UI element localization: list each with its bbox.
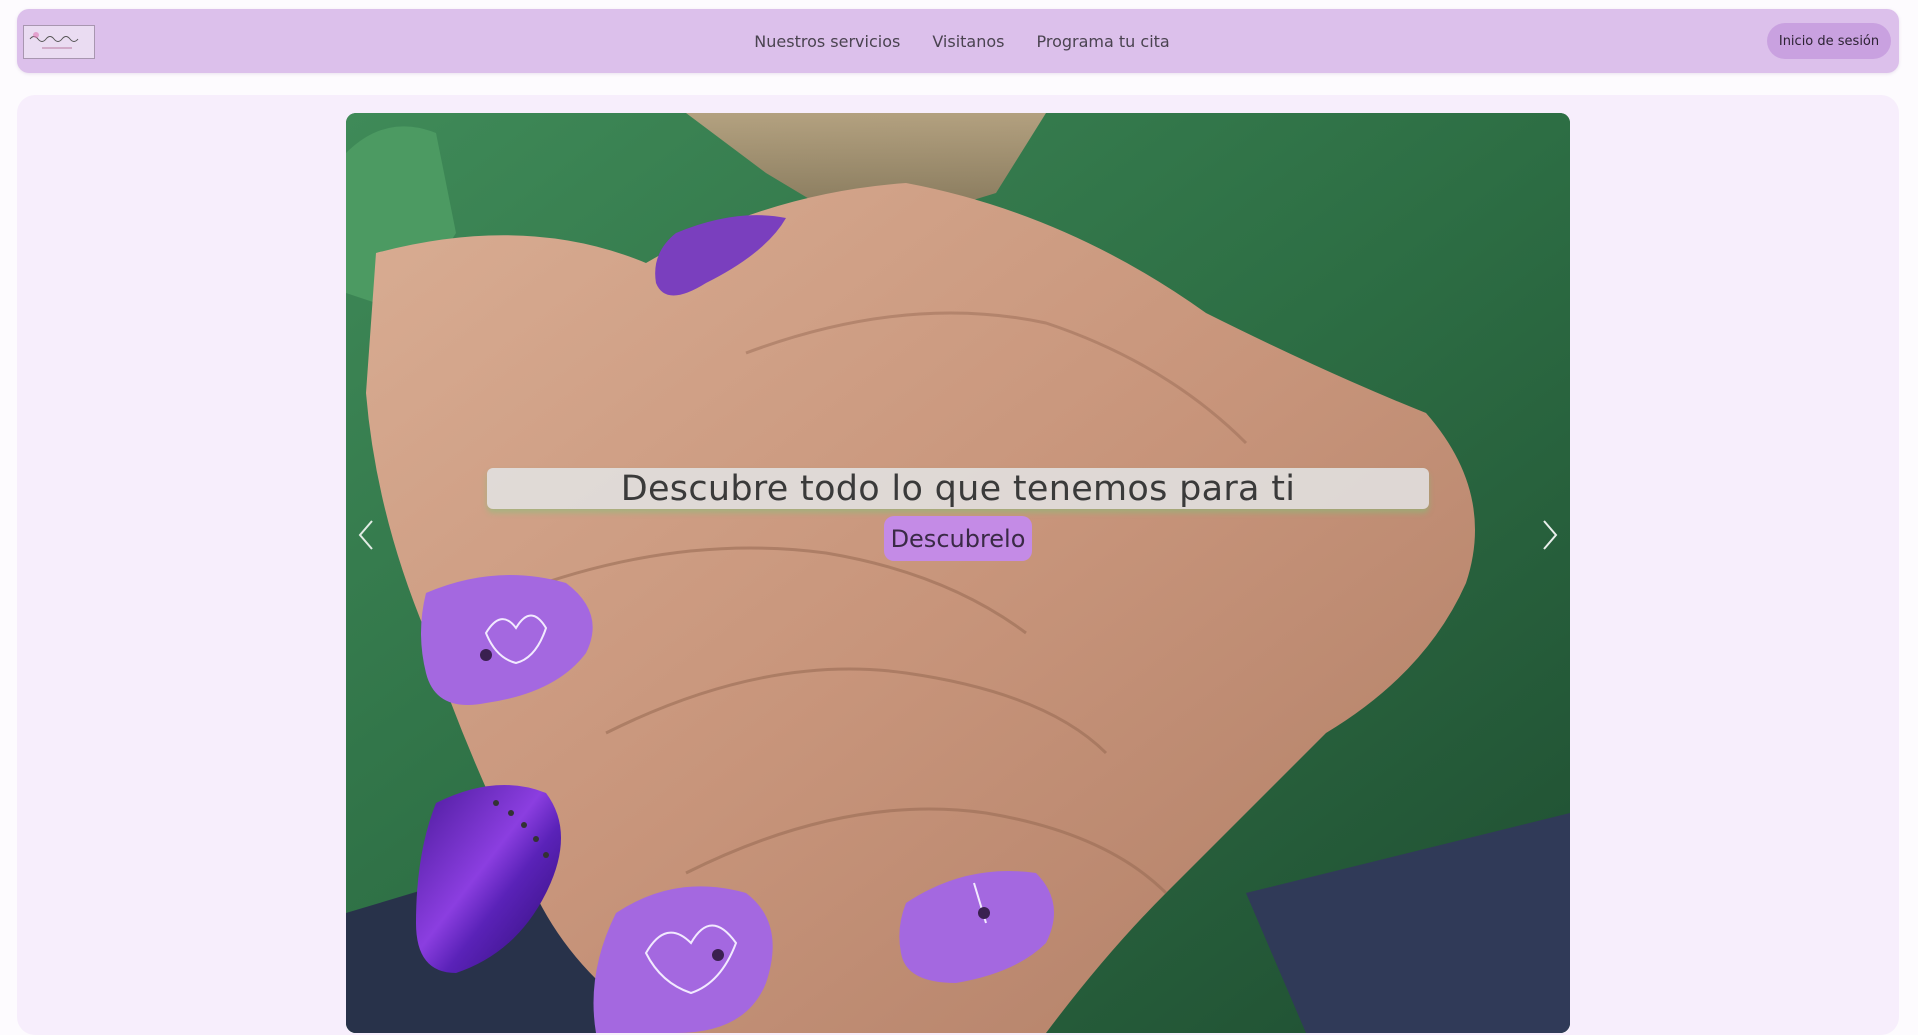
carousel-slide-image <box>346 113 1570 1033</box>
chevron-right-icon <box>1543 520 1558 550</box>
top-navbar: Nuestros servicios Visitanos Programa tu… <box>17 9 1899 73</box>
nav-link-servicios[interactable]: Nuestros servicios <box>754 32 900 51</box>
chevron-left-icon <box>358 520 373 550</box>
login-button[interactable]: Inicio de sesión <box>1767 23 1891 59</box>
nav-link-programa-cita[interactable]: Programa tu cita <box>1037 32 1170 51</box>
carousel-caption: Descubre todo lo que tenemos para ti <box>487 468 1429 509</box>
carousel-next-button[interactable] <box>1530 505 1570 565</box>
nav-link-visitanos[interactable]: Visitanos <box>932 32 1004 51</box>
hero-carousel: Descubre todo lo que tenemos para ti Des… <box>346 113 1570 1033</box>
main-nav: Nuestros servicios Visitanos Programa tu… <box>17 9 1899 73</box>
carousel-prev-button[interactable] <box>346 505 386 565</box>
discover-button[interactable]: Descubrelo <box>884 516 1032 561</box>
